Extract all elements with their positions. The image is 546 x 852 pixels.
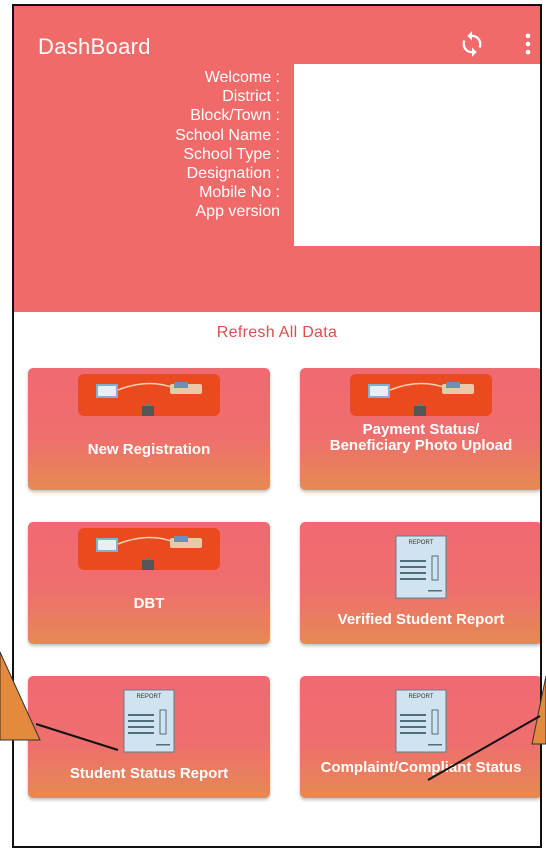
report-icon-text: REPORT [137,694,162,700]
more-vert-icon[interactable] [514,30,542,58]
block-town-label: Block/Town : [190,107,280,125]
new-registration-card[interactable]: New Registration [28,368,270,490]
money-transfer-icon [350,374,492,416]
school-name-label: School Name : [175,126,280,144]
mobile-no-label: Mobile No : [199,184,280,202]
school-type-label: School Type : [183,145,280,163]
report-icon: REPORT [395,535,447,599]
student-status-report-card[interactable]: REPORT Student Status Report [28,676,270,798]
header-panel: DashBoard Welcome : District : Block/Tow… [14,6,540,312]
complaint-status-label: Complaint/Compliant Status [320,759,522,776]
report-icon-text: REPORT [409,694,434,700]
dbt-card[interactable]: DBT [28,522,270,644]
page-title: DashBoard [38,34,151,59]
report-icon: REPORT [123,689,175,753]
payment-status-card[interactable]: Payment Status/ Beneficiary Photo Upload [300,368,540,490]
report-icon-text: REPORT [409,540,434,546]
report-icon: REPORT [395,689,447,753]
refresh-all-data-link[interactable]: Refresh All Data [14,324,540,342]
designation-label: Designation : [186,165,280,183]
sync-icon[interactable] [458,30,486,58]
dbt-label: DBT [133,595,165,612]
student-status-report-label: Student Status Report [69,765,229,782]
app-version-label: App version [195,203,281,221]
money-transfer-icon [78,374,220,416]
redacted-values-box [294,64,540,246]
money-transfer-icon [78,528,220,570]
district-label: District : [222,88,280,106]
new-registration-label: New Registration [87,441,211,458]
payment-status-label: Payment Status/ Beneficiary Photo Upload [329,421,513,454]
app-screen: DashBoard Welcome : District : Block/Tow… [12,4,542,848]
welcome-label: Welcome : [204,69,280,86]
profile-labels: Welcome : District : Block/Town : School… [74,68,280,222]
complaint-status-card[interactable]: REPORT Complaint/Compliant Status [300,676,540,798]
verified-student-report-label: Verified Student Report [337,611,505,628]
verified-student-report-card[interactable]: REPORT Verified Student Report [300,522,540,644]
